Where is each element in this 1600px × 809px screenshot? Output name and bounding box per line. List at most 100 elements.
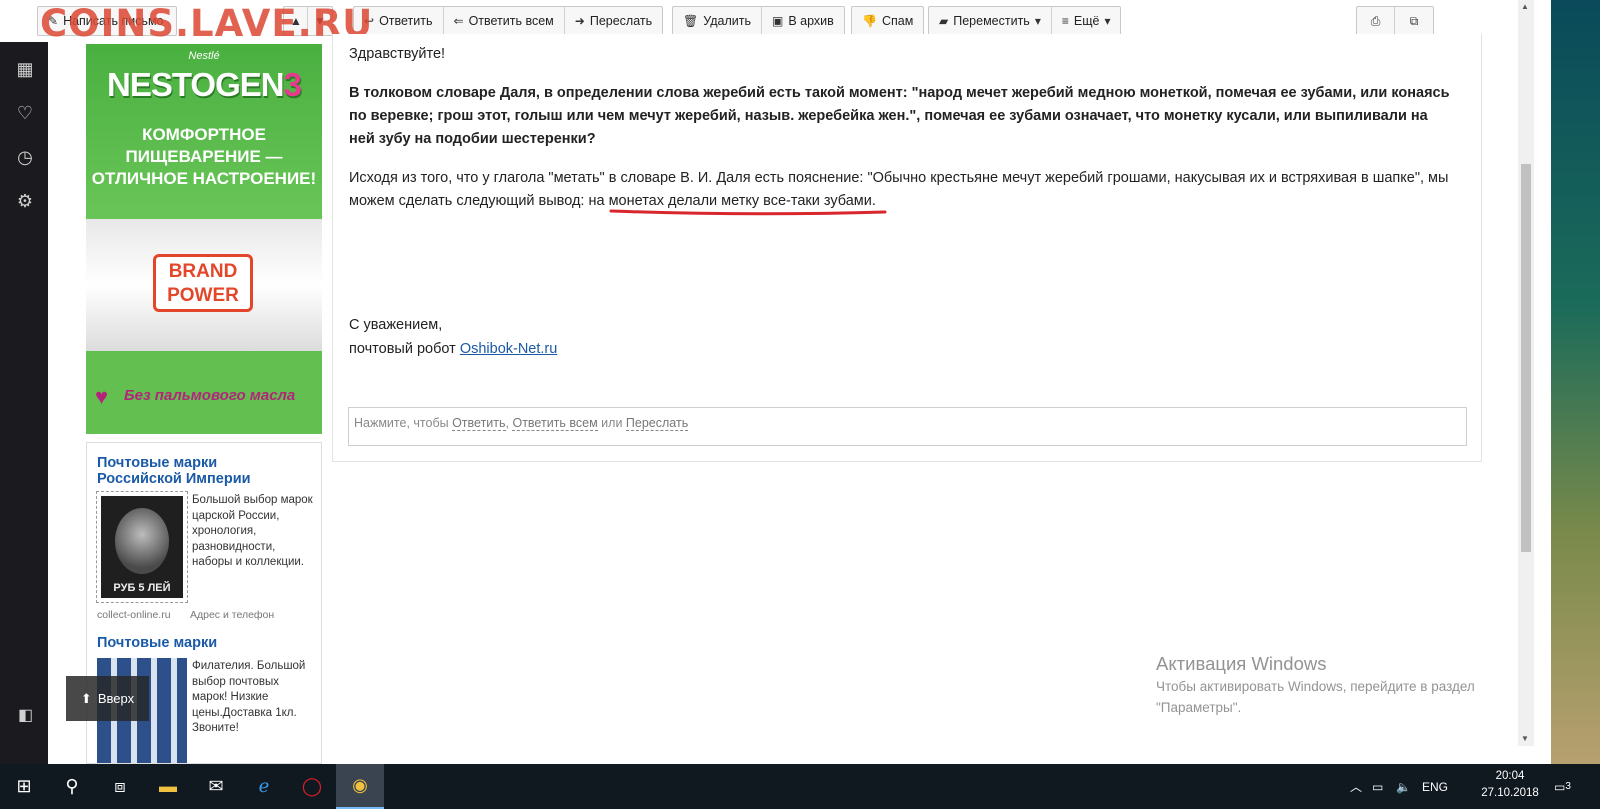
utility-group: ⎙ ⧉ — [1356, 6, 1434, 36]
activation-title: Активация Windows — [1156, 653, 1327, 674]
chrome-icon[interactable]: ◉ — [336, 764, 384, 809]
ad-description: Большой выбор марок царской России, хрон… — [192, 494, 313, 568]
ad-slogan-line: ОТЛИЧНОЕ НАСТРОЕНИЕ! — [91, 169, 317, 188]
threads-icon: ⧉ — [1409, 13, 1419, 28]
archive-button[interactable]: ▣ В архив — [762, 7, 844, 35]
chevron-down-icon: ▾ — [1034, 14, 1041, 28]
ad-slogan-line: КОМФОРТНОЕ — [142, 125, 266, 144]
windows-activation-notice: Активация Windows Чтобы активировать Win… — [1156, 653, 1475, 717]
windows-start-icon[interactable]: ⊞ — [0, 764, 48, 809]
activation-line: Чтобы активировать Windows, перейдите в … — [1156, 679, 1475, 694]
spam-button[interactable]: 👎 Спам — [852, 7, 923, 35]
stamp-image[interactable]: РУБ 5 ЛЕЙ — [96, 491, 188, 603]
red-underline-annotation — [609, 209, 887, 216]
volume-icon[interactable]: 🔈 — [1396, 764, 1411, 809]
reply-all-button[interactable]: ⇐ Ответить всем — [444, 7, 565, 35]
history-clock-icon[interactable]: ◷ — [14, 146, 36, 168]
ad-domain[interactable]: collect-online.ru — [97, 609, 171, 621]
site-watermark: COINS.LAVE.RU — [40, 2, 374, 45]
chevron-down-icon: ▾ — [1104, 14, 1111, 28]
brand-power-badge: BRAND POWER — [153, 254, 253, 312]
message-paragraph: В толковом словаре Даля, в определении с… — [349, 85, 1450, 101]
network-icon[interactable]: ▭ — [1372, 764, 1383, 809]
language-indicator[interactable]: ENG — [1422, 764, 1448, 809]
signature-link[interactable]: Oshibok-Net.ru — [460, 341, 558, 357]
scroll-up-arrow[interactable]: ▲ — [1521, 2, 1529, 11]
forward-icon: ➜ — [574, 14, 585, 28]
signature: почтовый робот Oshibok-Net.ru — [349, 338, 557, 361]
ad-address-link[interactable]: Адрес и телефон — [190, 609, 274, 621]
heart-icon: ♥ — [95, 384, 109, 409]
search-icon[interactable]: ⚲ — [48, 764, 96, 809]
printer-icon: ⎙ — [1370, 13, 1381, 28]
forward-link[interactable]: Переслать — [625, 416, 689, 431]
reply-label: Ответить — [379, 14, 433, 28]
edge-icon[interactable]: ℯ — [240, 764, 288, 809]
delete-button[interactable]: 🗑 Удалить — [673, 7, 762, 35]
more-label: Ещё — [1073, 14, 1100, 28]
nestogen-ad[interactable]: Nestlé NESTOGEN3 КОМФОРТНОЕ ПИЩЕВАРЕНИЕ … — [86, 44, 322, 434]
quick-reply-box[interactable]: Нажмите, чтобы Ответить, Ответить всем и… — [348, 407, 1467, 446]
portrait-image — [115, 508, 169, 574]
browser-sidebar: ⌕ ▦ ♡ ◷ ⚙ — [0, 0, 48, 764]
move-button[interactable]: ▰ Переместить ▾ — [929, 7, 1052, 35]
sidebar-toggle-icon[interactable]: ◧ — [18, 705, 33, 725]
reply-comma: , — [505, 416, 509, 430]
move-group: ▰ Переместить ▾ ≡ Ещё ▾ — [928, 6, 1122, 36]
notification-icon[interactable]: ▭ 3 — [1554, 764, 1571, 809]
opera-icon[interactable]: ◯ — [288, 764, 336, 809]
forward-label: Переслать — [589, 14, 653, 28]
chat-bubble-icon: ▭ — [1554, 779, 1566, 794]
signature-text: почтовый робот — [349, 341, 456, 357]
badge-line: POWER — [167, 285, 239, 306]
archive-icon: ▣ — [771, 14, 784, 28]
badge-line: BRAND — [168, 261, 238, 282]
ad-slogan-line: ПИЩЕВАРЕНИЕ — — [125, 147, 283, 166]
reply-all-icon: ⇐ — [453, 14, 464, 28]
file-explorer-icon[interactable]: ▬ — [144, 764, 192, 809]
regards: С уважением, — [349, 317, 443, 333]
delete-group: 🗑 Удалить ▣ В архив — [672, 6, 845, 36]
more-button[interactable]: ≡ Ещё ▾ — [1052, 7, 1121, 35]
scroll-up-label: Вверх — [97, 691, 135, 706]
gear-icon[interactable]: ⚙ — [14, 190, 36, 212]
reply-link[interactable]: Ответить — [452, 416, 506, 431]
ad-slogan: КОМФОРТНОЕ ПИЩЕВАРЕНИЕ — ОТЛИЧНОЕ НАСТРО… — [86, 124, 322, 190]
ad-logo: NESTOGEN3 — [86, 66, 322, 104]
apps-grid-icon[interactable]: ▦ — [14, 58, 36, 80]
trash-icon: 🗑 — [683, 14, 699, 28]
ad-logo-text: NESTOGEN — [107, 66, 285, 103]
mail-icon[interactable]: ✉ — [192, 764, 240, 809]
ad-title-link[interactable]: Почтовые марки Российской Империи — [97, 455, 297, 487]
reply-or: или — [601, 416, 623, 430]
task-view-icon[interactable]: ⧈ — [96, 764, 144, 809]
move-label: Переместить — [953, 14, 1030, 28]
reply-prompt: Нажмите, чтобы — [354, 416, 449, 430]
ad-bottom-text: Без пальмового масла — [124, 387, 296, 404]
forward-button[interactable]: ➜ Переслать — [565, 7, 662, 35]
threads-button[interactable]: ⧉ — [1395, 7, 1433, 35]
scroll-up-button[interactable]: ⬆ Вверх — [66, 676, 149, 721]
ad-title-link[interactable]: Почтовые марки — [97, 635, 297, 651]
message-paragraph: ней зубу на подобии шестеренки? — [349, 131, 596, 147]
ad-description: Филателия. Большой выбор почтовых марок!… — [192, 660, 306, 734]
windows-taskbar: ⊞ ⚲ ⧈ ▬ ✉ ℯ ◯ ◉ ︿ ▭ 🔈 ENG 20:04 27.10.20… — [0, 764, 1600, 809]
heart-icon[interactable]: ♡ — [14, 102, 36, 124]
activation-line: "Параметры". — [1156, 700, 1242, 715]
scrollbar-thumb[interactable] — [1521, 164, 1531, 552]
print-button[interactable]: ⎙ — [1357, 7, 1395, 35]
menu-icon: ≡ — [1061, 14, 1069, 28]
scroll-down-arrow[interactable]: ▼ — [1521, 734, 1529, 743]
arrow-up-icon: ⬆ — [80, 690, 92, 706]
notification-count: 3 — [1565, 781, 1571, 792]
message-paragraph: Исходя из того, что у глагола "метать" в… — [349, 170, 1449, 186]
clock-time: 20:04 — [1495, 770, 1525, 782]
reply-all-link[interactable]: Ответить всем — [512, 416, 598, 431]
reply-group: ↩ Ответить ⇐ Ответить всем ➜ Переслать — [353, 6, 664, 36]
ad-brand: Nestlé — [188, 50, 220, 62]
tray-chevron-icon[interactable]: ︿ — [1350, 764, 1362, 809]
system-clock[interactable]: 20:04 27.10.2018 — [1480, 768, 1540, 802]
spam-group: 👎 Спам — [851, 6, 925, 36]
clock-date: 27.10.2018 — [1481, 787, 1539, 799]
page-scrollbar[interactable]: ▲ ▼ — [1518, 0, 1534, 746]
